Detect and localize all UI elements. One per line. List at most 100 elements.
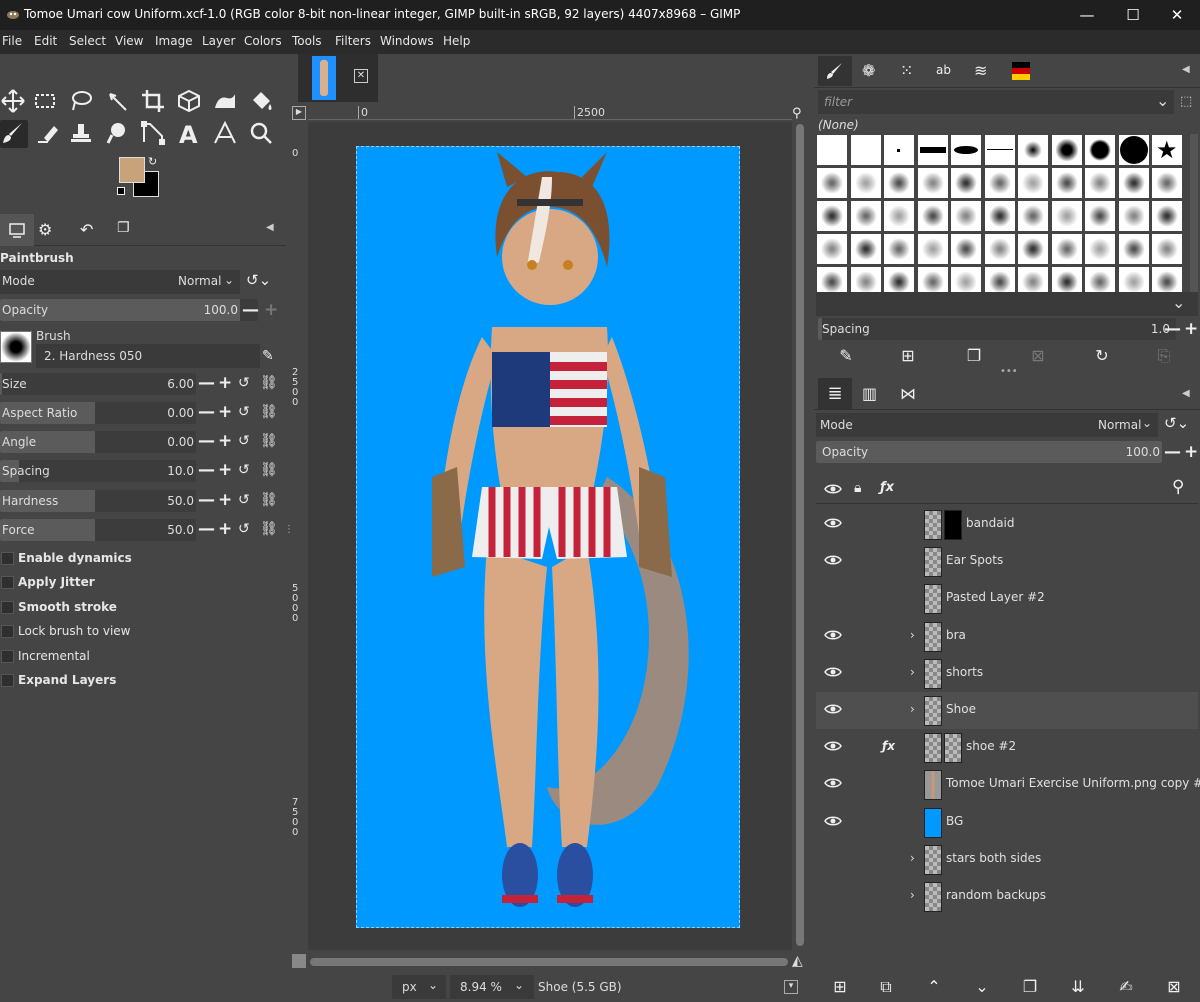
slider-link-icon[interactable]: ⛓ bbox=[260, 492, 278, 508]
eye-icon[interactable] bbox=[824, 628, 842, 642]
fx-filter-icon[interactable]: ƒx bbox=[880, 480, 894, 495]
slider-decrease-button[interactable]: — bbox=[198, 521, 215, 538]
tool-options-tab-icon[interactable] bbox=[0, 214, 34, 246]
lock-icon[interactable]: 🔒︎ bbox=[854, 480, 861, 496]
expand-arrow-icon[interactable]: › bbox=[910, 851, 915, 865]
brush-cell[interactable] bbox=[1151, 200, 1183, 232]
image-canvas[interactable] bbox=[356, 146, 740, 928]
checkbox-box[interactable] bbox=[1, 625, 14, 639]
brush-cell[interactable] bbox=[916, 200, 949, 232]
slider-reset-icon[interactable]: ↺ bbox=[238, 433, 250, 449]
transform-tool-icon[interactable] bbox=[176, 88, 204, 116]
brush-cell[interactable] bbox=[1050, 167, 1083, 199]
layer-opacity-increase-button[interactable]: + bbox=[1184, 444, 1198, 461]
tab-menu-icon[interactable]: ◀ bbox=[1182, 388, 1190, 399]
zoom-dropdown[interactable]: 8.94 % ⌄ bbox=[450, 975, 534, 999]
brush-cell[interactable] bbox=[1151, 167, 1183, 199]
slider-size[interactable]: Size 6.00 bbox=[0, 373, 196, 395]
checkbox-box[interactable] bbox=[1, 552, 14, 565]
brush-cell[interactable] bbox=[1151, 266, 1183, 292]
refresh-brushes-icon[interactable]: ↻ bbox=[1090, 344, 1114, 368]
layer-row[interactable]: › stars both sides bbox=[816, 841, 1198, 878]
search-icon[interactable]: ⚲ bbox=[1172, 477, 1184, 497]
brush-cell[interactable] bbox=[849, 134, 882, 166]
layers-tab-icon[interactable]: ≣ bbox=[818, 378, 852, 410]
tag-icon[interactable]: ⬚ bbox=[1180, 94, 1192, 109]
checkbox-box[interactable] bbox=[1, 576, 14, 590]
checkbox-box[interactable] bbox=[1, 649, 14, 663]
menu-view[interactable]: View bbox=[115, 34, 143, 48]
brush-cell[interactable] bbox=[1084, 233, 1116, 265]
paths-tab-icon[interactable]: ⋈ bbox=[900, 384, 916, 403]
layer-row[interactable]: Tomoe Umari Exercise Uniform.png copy #1 bbox=[816, 766, 1200, 803]
brush-name-field[interactable]: 2. Hardness 050 bbox=[36, 344, 260, 368]
brush-cell[interactable] bbox=[1017, 266, 1049, 292]
brush-cell[interactable] bbox=[1017, 233, 1049, 265]
tab-menu-icon[interactable]: ◀ bbox=[1182, 64, 1190, 75]
brush-cell[interactable] bbox=[883, 233, 915, 265]
brush-filter-input[interactable]: filter ⌄ bbox=[818, 90, 1174, 114]
tab-menu-icon[interactable]: ◀ bbox=[266, 222, 274, 233]
slider-decrease-button[interactable]: — bbox=[198, 375, 215, 392]
brush-cell[interactable] bbox=[1084, 200, 1116, 232]
brush-cell[interactable] bbox=[816, 200, 848, 232]
edit-brush-icon[interactable]: ✎ bbox=[262, 348, 274, 364]
checkbox-smooth-stroke[interactable]: Smooth stroke bbox=[0, 597, 200, 619]
slider-increase-button[interactable]: + bbox=[218, 433, 232, 450]
slider-angle[interactable]: Angle 0.00 bbox=[0, 431, 196, 453]
brush-view-toggle[interactable]: ⌄ bbox=[816, 292, 1198, 316]
brush-cell[interactable] bbox=[1017, 134, 1049, 166]
layer-row[interactable]: Pasted Layer #2 bbox=[816, 580, 1198, 617]
opacity-decrease-button[interactable]: — bbox=[242, 302, 259, 319]
slider-spacing[interactable]: Spacing 10.0 bbox=[0, 460, 196, 482]
brush-cell[interactable] bbox=[1151, 233, 1183, 265]
layer-mode-reset-icon[interactable]: ↺⌄ bbox=[1164, 414, 1189, 432]
palette-tab-icon[interactable] bbox=[1012, 62, 1030, 80]
text-tool-icon[interactable]: A bbox=[176, 120, 204, 149]
menu-select[interactable]: Select bbox=[69, 34, 106, 48]
slider-reset-icon[interactable]: ↺ bbox=[238, 404, 250, 420]
measure-tool-icon[interactable] bbox=[212, 120, 240, 148]
slider-link-icon[interactable]: ⛓ bbox=[260, 433, 278, 449]
swap-colors-icon[interactable]: ↻ bbox=[148, 155, 157, 168]
vertical-scrollbar[interactable] bbox=[796, 124, 804, 946]
smudge-tool-icon[interactable] bbox=[104, 120, 132, 148]
slider-aspect-ratio[interactable]: Aspect Ratio 0.00 bbox=[0, 402, 196, 424]
brush-cell[interactable] bbox=[1117, 233, 1150, 265]
brush-cell[interactable] bbox=[916, 266, 949, 292]
brush-grid[interactable]: ★ bbox=[816, 134, 1190, 292]
eye-icon[interactable] bbox=[824, 814, 842, 828]
expand-arrow-icon[interactable]: › bbox=[910, 702, 915, 716]
eye-icon[interactable] bbox=[824, 776, 842, 790]
brush-cell[interactable] bbox=[983, 167, 1016, 199]
layer-row[interactable]: › random backups bbox=[816, 878, 1198, 915]
layer-row[interactable]: Ear Spots bbox=[816, 543, 1198, 580]
checkbox-apply-jitter[interactable]: Apply Jitter bbox=[0, 572, 200, 594]
brush-cell[interactable] bbox=[950, 167, 982, 199]
grid-tab-icon[interactable]: ⁙ bbox=[900, 61, 913, 80]
menu-help[interactable]: Help bbox=[443, 34, 470, 48]
document-history-tab-icon[interactable]: ≋ bbox=[974, 61, 987, 80]
brush-cell[interactable] bbox=[849, 233, 882, 265]
brush-cell[interactable] bbox=[1050, 134, 1083, 166]
brush-cell[interactable] bbox=[1017, 200, 1049, 232]
mode-dropdown[interactable]: Mode Normal ⌄ bbox=[0, 270, 240, 294]
slider-increase-button[interactable]: + bbox=[218, 492, 232, 509]
menu-filters[interactable]: Filters bbox=[335, 34, 371, 48]
slider-decrease-button[interactable]: — bbox=[198, 492, 215, 509]
brush-cell[interactable] bbox=[1050, 200, 1083, 232]
canvas-area[interactable] bbox=[308, 122, 792, 950]
brush-cell[interactable] bbox=[950, 233, 982, 265]
undo-history-tab-icon[interactable]: ↶ bbox=[80, 220, 93, 239]
eye-icon[interactable] bbox=[824, 665, 842, 679]
zoom-to-fit-icon[interactable]: ◭ bbox=[792, 953, 803, 969]
brush-cell[interactable] bbox=[983, 134, 1016, 166]
fonts-tab-icon[interactable]: ab bbox=[936, 63, 951, 77]
brush-preview[interactable] bbox=[0, 331, 32, 363]
delete-layer-icon[interactable]: ⊠ bbox=[1162, 975, 1186, 999]
brush-cell[interactable] bbox=[1050, 266, 1083, 292]
eye-icon[interactable] bbox=[824, 483, 842, 495]
slider-reset-icon[interactable]: ↺ bbox=[238, 492, 250, 508]
expand-arrow-icon[interactable]: › bbox=[910, 628, 915, 642]
rect-select-tool-icon[interactable] bbox=[32, 88, 60, 116]
